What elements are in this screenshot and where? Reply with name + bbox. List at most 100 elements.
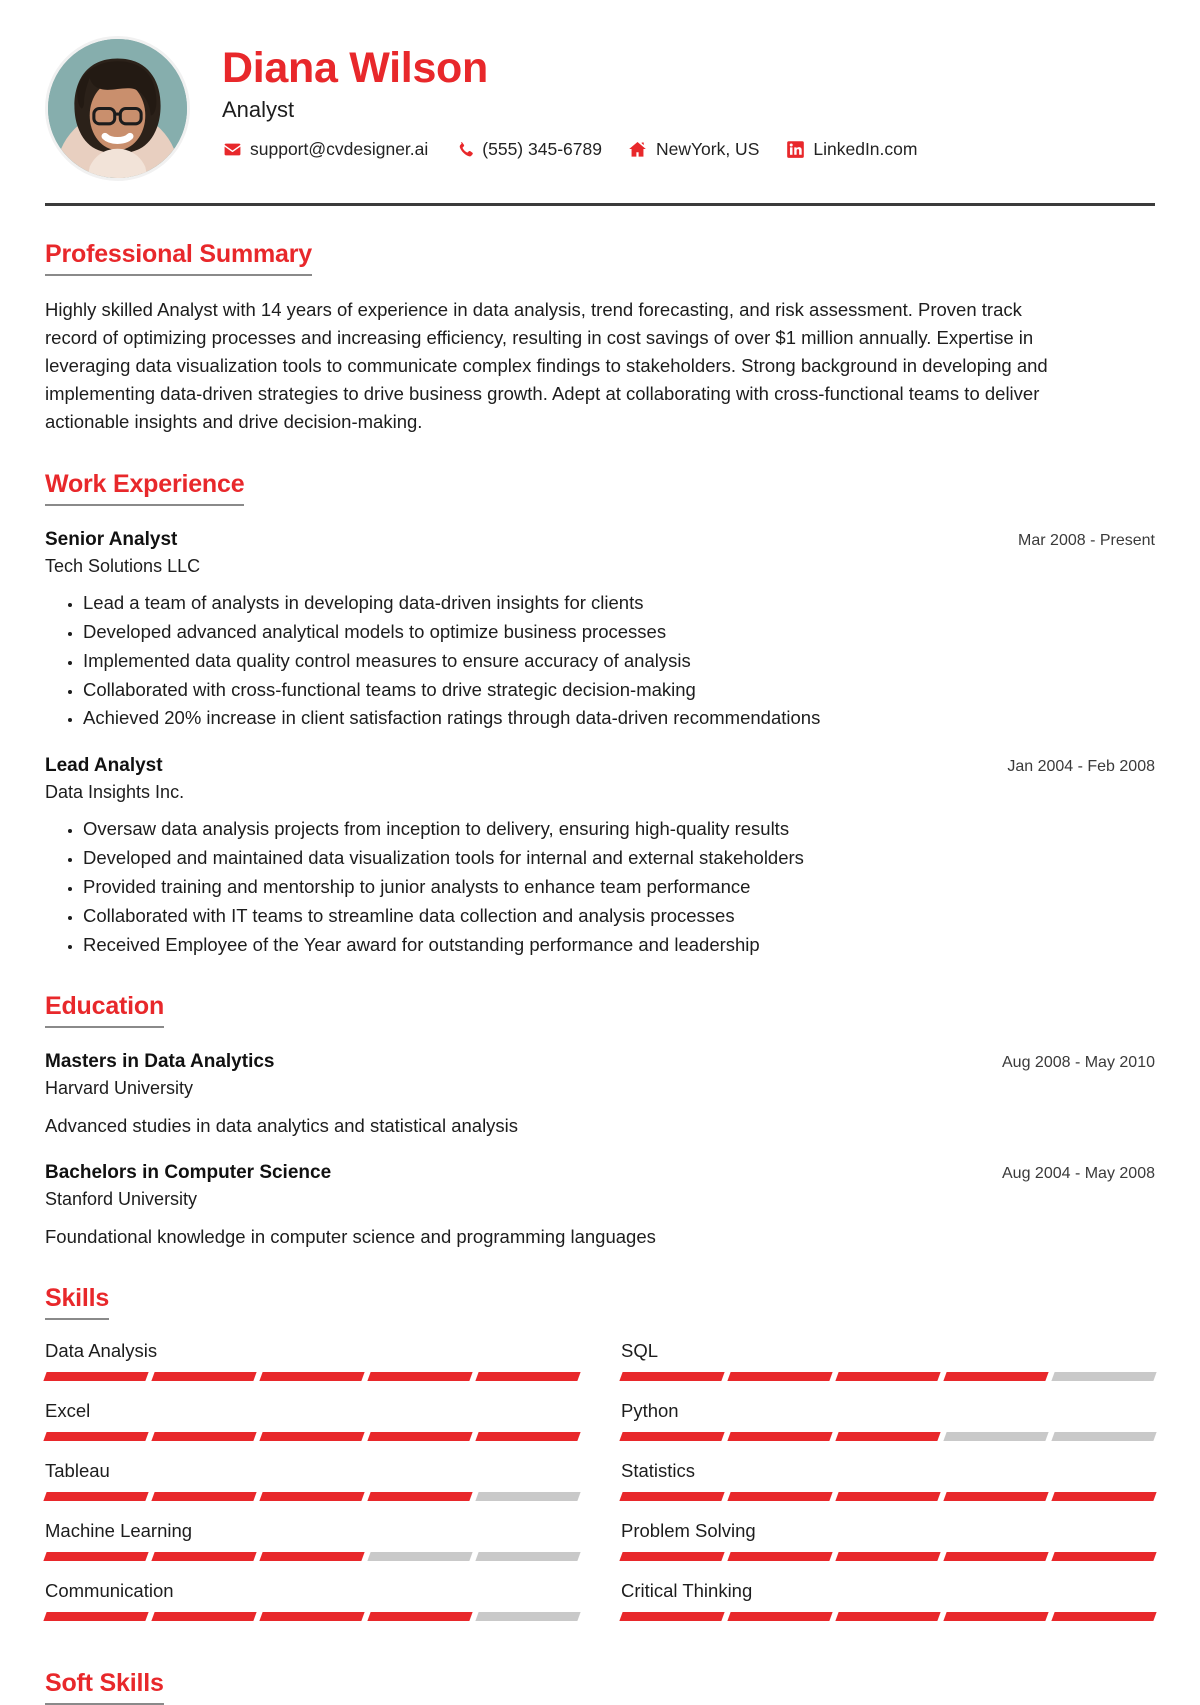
skill-segment-filled <box>259 1552 365 1562</box>
skill-segment-filled <box>367 1372 473 1382</box>
contact-phone[interactable]: (555) 345-6789 <box>454 139 602 160</box>
work-bullets: Oversaw data analysis projects from ince… <box>45 816 1155 958</box>
skill-segment-empty <box>943 1432 1049 1442</box>
skill-item: SQL <box>619 1339 1157 1399</box>
education-entry-head: Bachelors in Computer Science Aug 2004 -… <box>45 1161 1155 1185</box>
skill-name: Tableau <box>45 1460 110 1482</box>
list-item: Achieved 20% increase in client satisfac… <box>83 705 1155 732</box>
skill-segment-filled <box>367 1432 473 1442</box>
skill-level-bar <box>619 1372 1157 1382</box>
skill-item: Communication <box>43 1579 581 1639</box>
section-title-education: Education <box>45 992 164 1029</box>
skill-segment-empty <box>475 1612 581 1622</box>
skill-segment-empty <box>367 1552 473 1562</box>
work-entry-head: Senior Analyst Mar 2008 - Present <box>45 528 1155 552</box>
email-icon <box>222 140 242 160</box>
list-item: Collaborated with cross-functional teams… <box>83 677 1155 704</box>
contact-row: support@cvdesigner.ai (555) 345-6789 New… <box>222 139 1155 160</box>
list-item: Collaborated with IT teams to streamline… <box>83 903 1155 930</box>
section-work-experience: Work Experience Senior Analyst Mar 2008 … <box>45 470 1155 958</box>
work-entry: Lead Analyst Jan 2004 - Feb 2008 Data In… <box>45 754 1155 958</box>
skill-name: Problem Solving <box>621 1520 756 1542</box>
skill-item: Statistics <box>619 1459 1157 1519</box>
skill-segment-filled <box>259 1612 365 1622</box>
skill-segment-filled <box>619 1432 725 1442</box>
skill-segment-filled <box>835 1552 941 1562</box>
list-item: Received Employee of the Year award for … <box>83 932 1155 959</box>
avatar <box>45 36 190 181</box>
section-title-soft-skills: Soft Skills <box>45 1669 164 1705</box>
skill-segment-filled <box>1051 1552 1157 1562</box>
skill-segment-filled <box>943 1492 1049 1502</box>
resume-header: Diana Wilson Analyst support@cvdesigner.… <box>45 0 1155 181</box>
skill-segment-empty <box>475 1552 581 1562</box>
skill-segment-filled <box>943 1612 1049 1622</box>
contact-linkedin[interactable]: LinkedIn.com <box>785 139 917 160</box>
education-date: Aug 2008 - May 2010 <box>1002 1054 1155 1072</box>
skill-segment-filled <box>727 1612 833 1622</box>
education-school: Harvard University <box>45 1077 194 1098</box>
summary-text: Highly skilled Analyst with 14 years of … <box>45 298 1048 433</box>
skill-item: Data Analysis <box>43 1339 581 1399</box>
work-entry: Senior Analyst Mar 2008 - Present Tech S… <box>45 528 1155 732</box>
skill-name: Critical Thinking <box>621 1580 753 1602</box>
contact-linkedin-text: LinkedIn.com <box>813 139 918 160</box>
skill-segment-filled <box>43 1492 149 1502</box>
contact-email-text: support@cvdesigner.ai <box>250 139 429 160</box>
skill-segment-filled <box>619 1552 725 1562</box>
skill-level-bar <box>43 1552 581 1562</box>
contact-location[interactable]: NewYork, US <box>628 139 759 160</box>
skill-name: Excel <box>45 1400 91 1422</box>
skill-segment-filled <box>835 1492 941 1502</box>
skill-segment-empty <box>475 1492 581 1502</box>
skill-item: Python <box>619 1399 1157 1459</box>
section-title-summary: Professional Summary <box>45 240 312 276</box>
contact-email[interactable]: support@cvdesigner.ai <box>222 139 428 160</box>
list-item: Developed advanced analytical models to … <box>83 619 1155 646</box>
skill-name: Machine Learning <box>45 1520 193 1542</box>
list-item: Implemented data quality control measure… <box>83 648 1155 675</box>
skill-segment-filled <box>259 1492 365 1502</box>
skill-segment-filled <box>43 1552 149 1562</box>
education-description: Foundational knowledge in computer scien… <box>45 1226 656 1248</box>
work-date: Jan 2004 - Feb 2008 <box>1007 758 1155 776</box>
skill-segment-filled <box>727 1492 833 1502</box>
page-title: Diana Wilson <box>222 44 488 92</box>
header-divider <box>45 203 1155 206</box>
section-soft-skills: Soft Skills <box>45 1669 1155 1705</box>
skill-segment-filled <box>151 1372 257 1382</box>
skill-segment-filled <box>367 1612 473 1622</box>
skill-level-bar <box>43 1432 581 1442</box>
skill-level-bar <box>619 1552 1157 1562</box>
skill-segment-filled <box>43 1372 149 1382</box>
work-role: Senior Analyst <box>45 529 178 551</box>
education-date: Aug 2004 - May 2008 <box>1002 1165 1155 1183</box>
skill-item: Problem Solving <box>619 1519 1157 1579</box>
work-bullets: Lead a team of analysts in developing da… <box>45 590 1155 732</box>
skill-item: Critical Thinking <box>619 1579 1157 1639</box>
skills-grid: Data Analysis SQL Excel Python Tableau Statis… <box>43 1339 1157 1639</box>
education-entry: Bachelors in Computer Science Aug 2004 -… <box>45 1161 1155 1250</box>
skill-segment-filled <box>619 1612 725 1622</box>
skill-item: Excel <box>43 1399 581 1459</box>
skill-level-bar <box>619 1432 1157 1442</box>
skill-segment-filled <box>43 1432 149 1442</box>
work-org: Tech Solutions LLC <box>45 555 201 576</box>
section-professional-summary: Professional Summary Highly skilled Anal… <box>45 240 1155 436</box>
section-education: Education Masters in Data Analytics Aug … <box>45 992 1155 1250</box>
skill-segment-filled <box>475 1372 581 1382</box>
skill-level-bar <box>43 1492 581 1502</box>
education-entry: Masters in Data Analytics Aug 2008 - May… <box>45 1050 1155 1139</box>
skill-name: Python <box>621 1400 679 1422</box>
skill-name: Data Analysis <box>45 1340 158 1362</box>
skill-segment-filled <box>943 1372 1049 1382</box>
skill-segment-filled <box>619 1492 725 1502</box>
skill-name: SQL <box>621 1340 659 1362</box>
home-icon <box>628 140 648 160</box>
work-entry-head: Lead Analyst Jan 2004 - Feb 2008 <box>45 754 1155 778</box>
linkedin-icon <box>785 140 805 160</box>
contact-phone-text: (555) 345-6789 <box>482 139 602 160</box>
work-role: Lead Analyst <box>45 755 163 777</box>
skill-segment-filled <box>727 1552 833 1562</box>
skill-segment-filled <box>151 1612 257 1622</box>
